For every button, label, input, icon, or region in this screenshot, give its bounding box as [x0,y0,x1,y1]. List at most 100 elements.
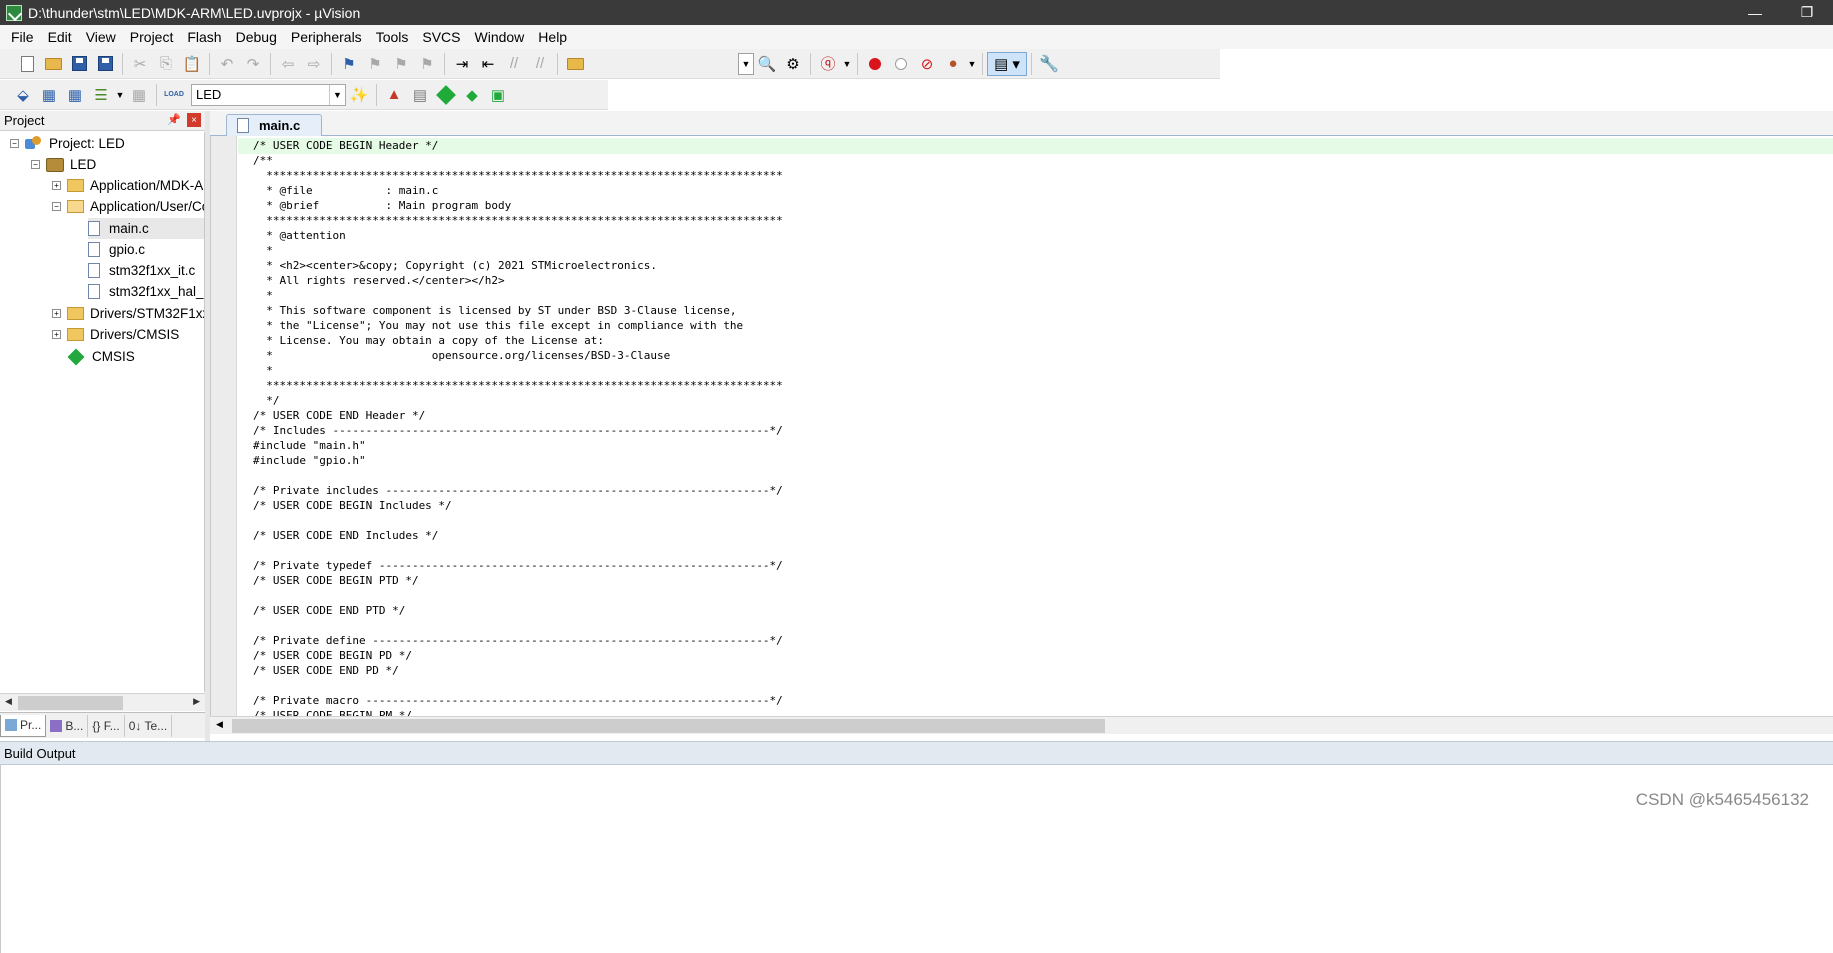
expand-icon[interactable]: + [52,309,61,318]
tree-group-drivers-stm32[interactable]: + Drivers/STM32F1xx_ [52,303,204,324]
target-options-button[interactable]: ✨ [346,83,372,107]
menu-window[interactable]: Window [468,26,532,48]
start-debug-button[interactable]: ⓠ [815,52,841,76]
editor-horizontal-scrollbar[interactable]: ◀ [210,716,1833,734]
scroll-left-icon[interactable]: ◀ [216,719,223,730]
target-select[interactable]: LED ▼ [191,83,346,106]
close-icon[interactable]: × [187,113,201,127]
code-line: * License. You may obtain a copy of the … [253,334,604,347]
project-tree-horizontal-scrollbar[interactable]: ◀ ▶ [0,693,205,711]
window-layout-button[interactable]: ▤ ▾ [987,51,1027,76]
scroll-left-icon[interactable]: ◀ [5,696,12,707]
next-bookmark-button[interactable]: ⚑ [388,52,414,76]
tree-cmsis-component[interactable]: CMSIS [67,346,135,367]
scroll-right-icon[interactable]: ▶ [193,696,200,707]
cut-icon: ✂ [133,55,147,73]
cut-button[interactable]: ✂ [127,52,153,76]
indent-button[interactable]: ⇥ [449,52,475,76]
breakpoints-dropdown[interactable]: ▼ [966,52,978,76]
select-packs-button[interactable]: ▤ [407,83,433,107]
debug-config-button[interactable]: ⚙ [780,52,806,76]
restore-button[interactable]: ❐ [1781,0,1833,25]
unindent-button[interactable]: ⇤ [475,52,501,76]
translate-button[interactable]: ⬙ [10,83,36,107]
tree-group-application-mdk[interactable]: + Application/MDK-AI [52,175,204,196]
translate-icon: ⬙ [17,86,29,104]
collapse-icon[interactable]: − [31,160,40,169]
expand-icon[interactable]: + [52,330,61,339]
pack-installer-button[interactable]: ◆ [459,83,485,107]
open-file-button[interactable] [40,52,66,76]
comment-button[interactable]: // [501,52,527,76]
tab-project[interactable]: Pr... [0,714,47,737]
tree-group-application-user[interactable]: − Application/User/Co [52,196,204,217]
collapse-icon[interactable]: − [10,139,19,148]
menu-view[interactable]: View [79,26,123,48]
configure-button[interactable]: 🔧 [1036,52,1062,76]
save-button[interactable] [66,52,92,76]
manage-project-items-button[interactable]: ▲ [381,83,407,107]
copy-button[interactable]: ⎘ [153,52,179,76]
manage-run-time-env-button[interactable] [433,83,459,107]
kill-all-breakpoints-button[interactable]: ● [940,52,966,76]
scrollbar-thumb[interactable] [18,696,123,710]
find-in-files-button[interactable] [562,52,588,76]
disable-all-breakpoints-button[interactable]: ⊘ [914,52,940,76]
scrollbar-thumb[interactable] [232,719,1105,733]
clear-bookmarks-button[interactable]: ⚑ [414,52,440,76]
code-editor[interactable]: /* USER CODE BEGIN Header *//** ********… [210,136,1833,716]
expand-icon[interactable]: + [52,181,61,190]
find-dropdown[interactable]: ▼ [738,52,754,75]
tab-books[interactable]: B... [46,714,89,737]
menu-peripherals[interactable]: Peripherals [284,26,369,48]
menu-help[interactable]: Help [531,26,574,48]
tree-label: main.c [109,221,149,236]
save-all-button[interactable] [92,52,118,76]
tab-functions[interactable]: {} F... [88,714,125,737]
batch-build-button[interactable]: ☰ [88,83,114,107]
new-file-button[interactable] [14,52,40,76]
tree-group-drivers-cmsis[interactable]: + Drivers/CMSIS [52,324,179,345]
download-button[interactable]: LOAD [161,83,187,107]
pin-icon[interactable]: 📌 [167,113,181,126]
tree-project-root[interactable]: − Project: LED [10,133,125,154]
new-file-icon [20,55,34,72]
editor-gutter[interactable] [211,136,237,716]
undo-button[interactable]: ↶ [214,52,240,76]
multi-project-button[interactable]: ▣ [485,83,511,107]
menu-flash[interactable]: Flash [180,26,228,48]
collapse-icon[interactable]: − [52,202,61,211]
source-code[interactable]: /* USER CODE BEGIN Header *//** ********… [253,138,783,716]
menu-project[interactable]: Project [123,26,181,48]
menu-debug[interactable]: Debug [229,26,284,48]
tree-file-stm32f1xx-it-c[interactable]: stm32f1xx_it.c [88,260,195,281]
uncomment-button[interactable]: // [527,52,553,76]
stop-build-button[interactable]: ▦ [126,83,152,107]
tab-templates[interactable]: 0↓ Te... [125,714,173,737]
navigate-back-button[interactable]: ⇦ [275,52,301,76]
incremental-find-button[interactable]: 🔍 [754,52,780,76]
menu-edit[interactable]: Edit [41,26,79,48]
navigate-forward-button[interactable]: ⇨ [301,52,327,76]
tab-main-c[interactable]: main.c [226,114,322,136]
tree-file-stm32f1xx-hal-msp-c[interactable]: stm32f1xx_hal_n [88,281,204,302]
debug-dropdown[interactable]: ▼ [841,52,853,76]
tree-file-main-c[interactable]: main.c [88,218,204,239]
paste-button[interactable]: 📋 [179,52,205,76]
tree-target-led[interactable]: − LED [31,154,96,175]
code-line: ****************************************… [253,214,783,227]
menu-tools[interactable]: Tools [369,26,416,48]
build-output-pane[interactable] [0,765,1833,953]
tree-file-gpio-c[interactable]: gpio.c [88,239,145,260]
rebuild-button[interactable]: ▦ [62,83,88,107]
batch-build-dropdown[interactable]: ▼ [114,83,126,107]
menu-file[interactable]: File [4,26,41,48]
insert-breakpoint-button[interactable] [862,52,888,76]
menu-svcs[interactable]: SVCS [415,26,467,48]
disable-breakpoint-button[interactable] [888,52,914,76]
redo-button[interactable]: ↷ [240,52,266,76]
minimize-button[interactable]: — [1729,0,1781,25]
prev-bookmark-button[interactable]: ⚑ [362,52,388,76]
bookmark-button[interactable]: ⚑ [336,52,362,76]
build-button[interactable]: ▦ [36,83,62,107]
